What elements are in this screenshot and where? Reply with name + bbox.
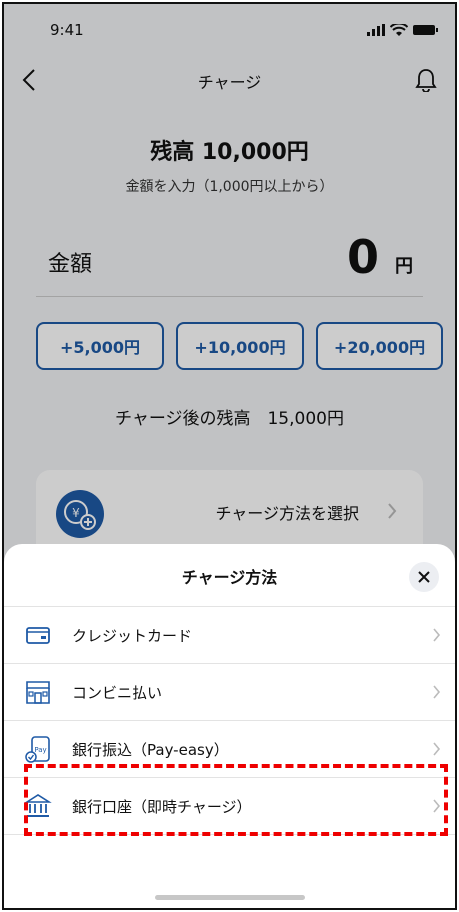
highlight-annotation [24,764,448,836]
close-icon [418,571,430,583]
svg-text:Pay: Pay [34,746,46,754]
chevron-right-icon [433,628,441,642]
method-label: コンビニ払い [72,683,163,702]
convenience-store-icon [26,681,50,704]
method-credit-card[interactable]: クレジットカード [4,606,455,663]
method-label: 銀行振込（Pay-easy） [72,740,229,759]
chevron-right-icon [433,685,441,699]
chevron-right-icon [433,742,441,756]
method-label: クレジットカード [72,626,193,645]
sheet-title: チャージ方法 [181,568,278,587]
charge-method-sheet: チャージ方法 クレジットカード コンビニ払い Pay 銀行振込（Pay-easy… [4,544,455,908]
credit-card-icon [26,627,50,644]
pay-easy-icon: Pay [25,736,50,763]
close-button[interactable] [409,562,439,592]
method-convenience-store[interactable]: コンビニ払い [4,663,455,720]
home-indicator [154,895,305,900]
